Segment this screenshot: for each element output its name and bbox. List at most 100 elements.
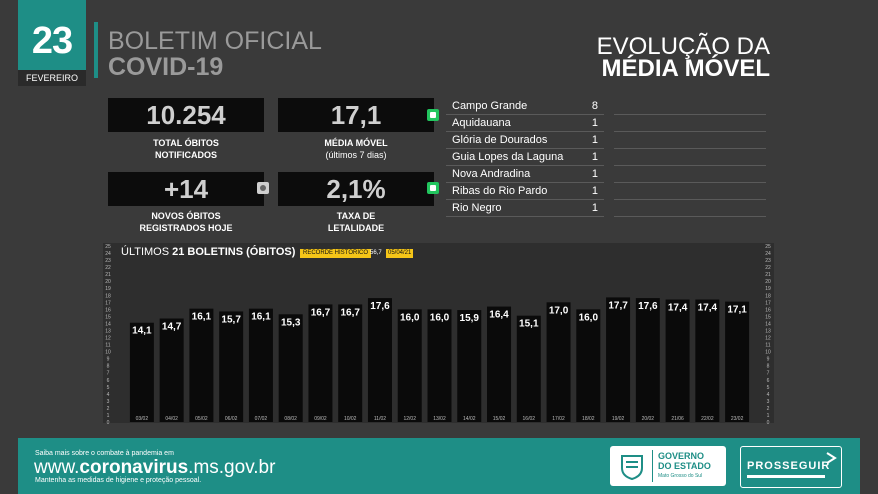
y-tick-label-left: 19 bbox=[105, 286, 111, 292]
chart-bar bbox=[397, 309, 422, 422]
bar-value-label: 17,7 bbox=[608, 300, 628, 311]
chart-bar bbox=[665, 299, 690, 422]
chart-bar bbox=[606, 297, 631, 422]
x-tick-label: 13/02 bbox=[433, 416, 446, 422]
x-tick-label: 04/02 bbox=[165, 416, 178, 422]
bar-value-label: 16,4 bbox=[489, 310, 509, 321]
url-domain: coronavirus bbox=[79, 457, 189, 478]
y-tick-label-right: 8 bbox=[767, 364, 770, 370]
y-tick-label-right: 1 bbox=[767, 413, 770, 419]
bar-value-label: 16,0 bbox=[400, 312, 420, 323]
y-tick-label-right: 7 bbox=[767, 371, 770, 377]
y-tick-label-right: 0 bbox=[767, 420, 770, 426]
x-tick-label: 09/02 bbox=[314, 416, 327, 422]
y-tick-label-right: 3 bbox=[767, 399, 770, 405]
x-tick-label: 15/02 bbox=[493, 416, 506, 422]
arrow-icon bbox=[826, 452, 837, 464]
y-tick-label-left: 11 bbox=[105, 343, 110, 349]
x-tick-label: 08/02 bbox=[284, 416, 297, 422]
x-tick-label: 19/02 bbox=[612, 416, 625, 422]
x-tick-label: 07/02 bbox=[255, 416, 268, 422]
y-tick-label-left: 15 bbox=[105, 314, 111, 320]
y-tick-label-right: 18 bbox=[765, 293, 771, 299]
x-tick-label: 21/06 bbox=[671, 416, 684, 422]
y-tick-label-left: 12 bbox=[105, 336, 111, 342]
bar-value-label: 14,7 bbox=[162, 322, 182, 333]
chart-bar bbox=[725, 301, 750, 422]
url-prefix: www. bbox=[34, 457, 80, 478]
y-tick-label-right: 17 bbox=[765, 300, 771, 306]
chart-bar bbox=[635, 298, 660, 422]
y-tick-label-right: 6 bbox=[767, 378, 770, 384]
chart-bar bbox=[546, 302, 571, 422]
x-tick-label: 16/02 bbox=[523, 416, 536, 422]
chart-bar bbox=[308, 304, 333, 422]
y-tick-label-left: 18 bbox=[105, 293, 111, 299]
y-tick-label-left: 10 bbox=[105, 350, 111, 356]
y-tick-label-left: 24 bbox=[105, 251, 111, 257]
bar-value-label: 17,4 bbox=[668, 303, 688, 314]
y-tick-label-left: 8 bbox=[107, 364, 110, 370]
bar-value-label: 17,4 bbox=[698, 303, 718, 314]
state-coat-of-arms-icon bbox=[621, 455, 643, 480]
bar-value-label: 15,7 bbox=[221, 314, 241, 325]
chart-bar bbox=[457, 310, 482, 422]
gov-line1: GOVERNO bbox=[658, 451, 705, 461]
bar-value-label: 16,7 bbox=[340, 307, 360, 318]
x-tick-label: 10/02 bbox=[344, 416, 357, 422]
y-tick-label-right: 5 bbox=[767, 385, 770, 391]
gov-line3: Mato Grosso do Sul bbox=[658, 473, 703, 479]
chart-bar bbox=[516, 315, 541, 422]
footer-hygiene-line: Mantenha as medidas de higiene e proteçã… bbox=[35, 477, 202, 484]
y-tick-label-right: 19 bbox=[765, 286, 771, 292]
y-tick-label-right: 12 bbox=[765, 336, 771, 342]
bar-value-label: 17,0 bbox=[549, 305, 569, 316]
y-tick-label-left: 25 bbox=[105, 244, 111, 250]
y-tick-label-right: 14 bbox=[765, 321, 771, 327]
prosseguir-logo: PROSSEGUIR bbox=[740, 446, 842, 488]
x-tick-label: 23/02 bbox=[731, 416, 744, 422]
bar-value-label: 16,0 bbox=[430, 312, 450, 323]
y-tick-label-left: 2 bbox=[107, 406, 110, 412]
chart-bar bbox=[159, 318, 184, 422]
x-tick-label: 06/02 bbox=[225, 416, 238, 422]
chart-bar bbox=[219, 311, 244, 422]
website-link[interactable]: www.coronavirus.ms.gov.br bbox=[34, 457, 275, 479]
y-tick-label-left: 0 bbox=[107, 420, 110, 426]
y-tick-label-right: 15 bbox=[765, 314, 771, 320]
bar-value-label: 16,1 bbox=[192, 312, 212, 323]
chart-bar bbox=[189, 308, 214, 422]
y-tick-label-right: 13 bbox=[765, 328, 771, 334]
bar-value-label: 17,6 bbox=[638, 301, 658, 312]
prosseguir-underline bbox=[747, 475, 825, 478]
chart-bar bbox=[129, 322, 154, 422]
y-tick-label-right: 9 bbox=[767, 357, 770, 363]
y-tick-label-left: 21 bbox=[105, 272, 111, 278]
y-tick-label-left: 7 bbox=[107, 371, 110, 377]
y-tick-label-right: 4 bbox=[767, 392, 770, 398]
logo-divider bbox=[652, 450, 653, 482]
y-tick-label-right: 24 bbox=[765, 251, 771, 257]
y-tick-label-right: 23 bbox=[765, 258, 771, 264]
x-tick-label: 14/02 bbox=[463, 416, 476, 422]
x-tick-label: 22/02 bbox=[701, 416, 714, 422]
y-tick-label-right: 10 bbox=[765, 350, 771, 356]
y-tick-label-left: 20 bbox=[105, 279, 111, 285]
chart-bar bbox=[338, 304, 363, 422]
x-tick-label: 12/02 bbox=[403, 416, 416, 422]
bar-value-label: 16,1 bbox=[251, 312, 271, 323]
chart-bar bbox=[695, 299, 720, 422]
x-tick-label: 18/02 bbox=[582, 416, 595, 422]
y-tick-label-left: 4 bbox=[107, 392, 110, 398]
y-tick-label-left: 14 bbox=[105, 321, 111, 327]
y-tick-label-right: 16 bbox=[765, 307, 771, 313]
y-tick-label-left: 3 bbox=[107, 399, 110, 405]
x-tick-label: 11/02 bbox=[374, 416, 386, 422]
x-tick-label: 20/02 bbox=[642, 416, 655, 422]
bar-value-label: 16,7 bbox=[311, 307, 331, 318]
x-tick-label: 03/02 bbox=[136, 416, 149, 422]
y-tick-label-right: 11 bbox=[765, 343, 770, 349]
url-suffix: .ms.gov.br bbox=[188, 457, 276, 478]
y-tick-label-right: 25 bbox=[765, 244, 771, 250]
bar-chart: 0 01 12 23 34 45 56 67 78 89 910 1011 1112 1213 1314 14… bbox=[105, 244, 771, 426]
